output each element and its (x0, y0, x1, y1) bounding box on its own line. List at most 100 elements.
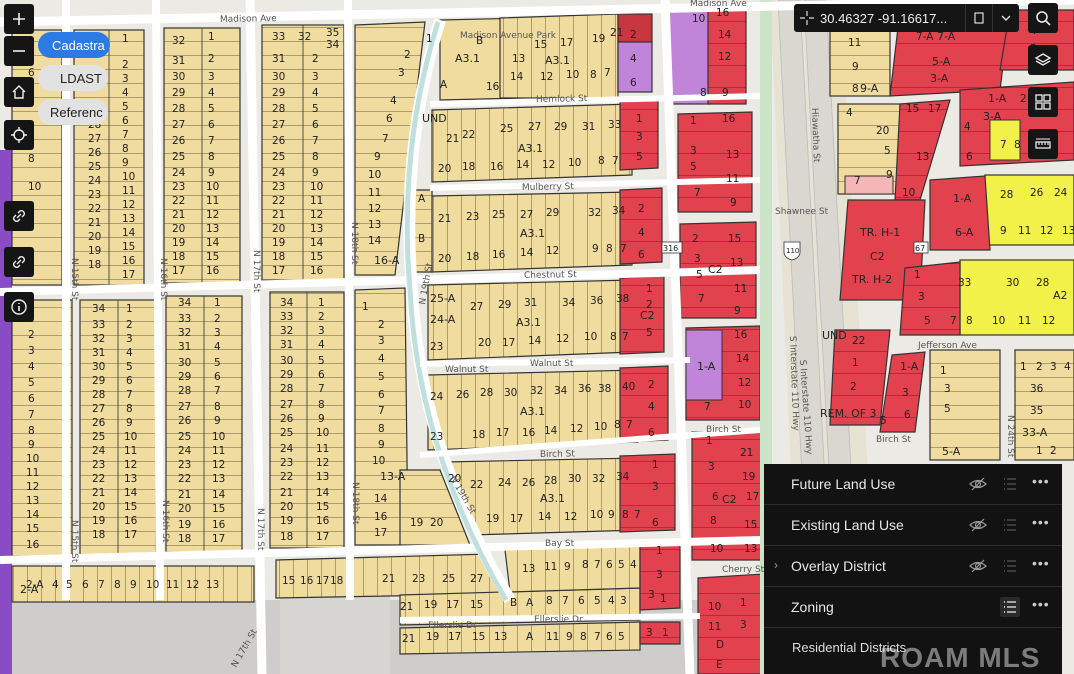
layer-item-existing-land-use[interactable]: Existing Land Use ••• (764, 505, 1062, 546)
pill-label: LDAST (60, 70, 102, 86)
layer-item-zoning[interactable]: Zoning ••• (764, 587, 1062, 628)
svg-text:11: 11 (734, 283, 747, 295)
svg-text:24: 24 (498, 477, 512, 489)
svg-text:25: 25 (280, 427, 293, 439)
svg-text:17: 17 (502, 337, 515, 349)
legend-list-icon[interactable] (1000, 474, 1020, 494)
svg-text:28: 28 (178, 385, 191, 397)
svg-text:3: 3 (944, 383, 951, 395)
svg-text:12: 12 (26, 481, 39, 493)
info-button[interactable] (4, 292, 34, 322)
coordinate-readout: 30.46327 -91.16617... (820, 10, 948, 26)
svg-text:11: 11 (166, 579, 179, 591)
share-link-button[interactable] (4, 201, 34, 231)
svg-text:2: 2 (646, 299, 653, 311)
svg-text:15: 15 (310, 251, 323, 263)
layer-item-future-land-use[interactable]: Future Land Use ••• (764, 464, 1062, 505)
zone-label: 5-A (942, 445, 961, 458)
svg-text:8: 8 (208, 151, 215, 163)
legend-list-icon[interactable] (1000, 515, 1020, 535)
svg-text:8: 8 (546, 595, 553, 607)
basemap-gallery-button[interactable] (1028, 87, 1058, 117)
svg-text:4: 4 (214, 341, 221, 353)
ldast-pill[interactable]: LDAST (38, 65, 108, 91)
zoom-out-button[interactable] (4, 36, 34, 66)
svg-text:11: 11 (26, 467, 39, 479)
svg-text:29: 29 (272, 87, 285, 99)
svg-text:26: 26 (522, 477, 536, 489)
svg-text:20: 20 (172, 223, 185, 235)
svg-text:1: 1 (214, 297, 221, 309)
svg-text:B: B (476, 35, 483, 47)
svg-text:13: 13 (212, 473, 225, 485)
info-icon (11, 299, 27, 315)
svg-text:14: 14 (516, 159, 530, 171)
reference-pill[interactable]: Referenc (38, 99, 108, 125)
cadastral-pill[interactable]: Cadastra (38, 32, 110, 58)
svg-text:4: 4 (630, 559, 637, 571)
svg-text:31: 31 (280, 339, 293, 351)
street-label: N 24th St (1005, 415, 1015, 458)
zoom-in-button[interactable] (4, 4, 34, 34)
share-link-alt-button[interactable] (4, 247, 34, 277)
svg-text:1: 1 (362, 301, 369, 313)
svg-text:15: 15 (728, 233, 741, 245)
svg-text:3: 3 (740, 619, 747, 631)
svg-text:32: 32 (588, 207, 601, 219)
svg-text:33: 33 (178, 313, 191, 325)
svg-text:23: 23 (172, 181, 185, 193)
more-options-icon[interactable]: ••• (1032, 473, 1050, 489)
svg-text:27: 27 (528, 121, 541, 133)
svg-text:3: 3 (1050, 361, 1057, 373)
svg-text:31: 31 (272, 53, 285, 65)
svg-text:13: 13 (26, 495, 39, 507)
svg-text:31: 31 (524, 297, 537, 309)
svg-text:12: 12 (206, 209, 219, 221)
legend-list-icon[interactable] (1000, 556, 1020, 576)
svg-text:4: 4 (390, 95, 397, 107)
svg-text:1: 1 (852, 357, 859, 369)
svg-text:13: 13 (368, 219, 381, 231)
layer-item-overlay-district[interactable]: › Overlay District ••• (764, 546, 1062, 587)
svg-text:22: 22 (272, 195, 285, 207)
svg-text:25: 25 (492, 209, 505, 221)
svg-text:30: 30 (172, 71, 185, 83)
svg-text:15: 15 (282, 575, 295, 587)
svg-text:5: 5 (378, 371, 385, 383)
svg-text:1: 1 (690, 115, 697, 127)
legend-list-icon[interactable] (1000, 597, 1020, 617)
eye-off-icon[interactable] (968, 556, 988, 576)
svg-text:9: 9 (208, 167, 215, 179)
svg-text:3: 3 (652, 481, 659, 493)
svg-text:19: 19 (426, 631, 439, 643)
svg-text:29: 29 (92, 375, 105, 387)
svg-text:316: 316 (663, 244, 678, 253)
svg-text:15: 15 (206, 251, 219, 263)
chevron-right-icon[interactable]: › (774, 558, 778, 572)
svg-text:8: 8 (700, 87, 707, 99)
measure-button[interactable] (1028, 129, 1058, 159)
copy-coordinates-button[interactable] (965, 4, 992, 32)
eye-off-icon[interactable] (968, 474, 988, 494)
more-options-icon[interactable]: ••• (1032, 596, 1050, 612)
search-button[interactable] (1028, 3, 1058, 33)
svg-text:6: 6 (126, 375, 133, 387)
svg-text:2: 2 (404, 49, 411, 61)
svg-text:7: 7 (214, 385, 221, 397)
more-options-icon[interactable]: ••• (1032, 514, 1050, 530)
svg-text:4: 4 (638, 227, 645, 239)
svg-text:13: 13 (310, 223, 323, 235)
layers-button[interactable] (1028, 45, 1058, 75)
eye-off-icon[interactable] (968, 515, 988, 535)
crosshair-icon[interactable] (794, 11, 820, 25)
more-options-icon[interactable]: ••• (1032, 555, 1050, 571)
svg-text:8: 8 (966, 315, 973, 327)
street-label: N 18th St (350, 482, 360, 525)
coordinate-dropdown-button[interactable] (992, 4, 1019, 32)
svg-text:8: 8 (610, 331, 617, 343)
locate-button[interactable] (4, 120, 34, 150)
home-button[interactable] (4, 77, 34, 107)
svg-text:10: 10 (206, 181, 219, 193)
svg-text:11: 11 (310, 195, 323, 207)
svg-text:9: 9 (608, 509, 615, 521)
